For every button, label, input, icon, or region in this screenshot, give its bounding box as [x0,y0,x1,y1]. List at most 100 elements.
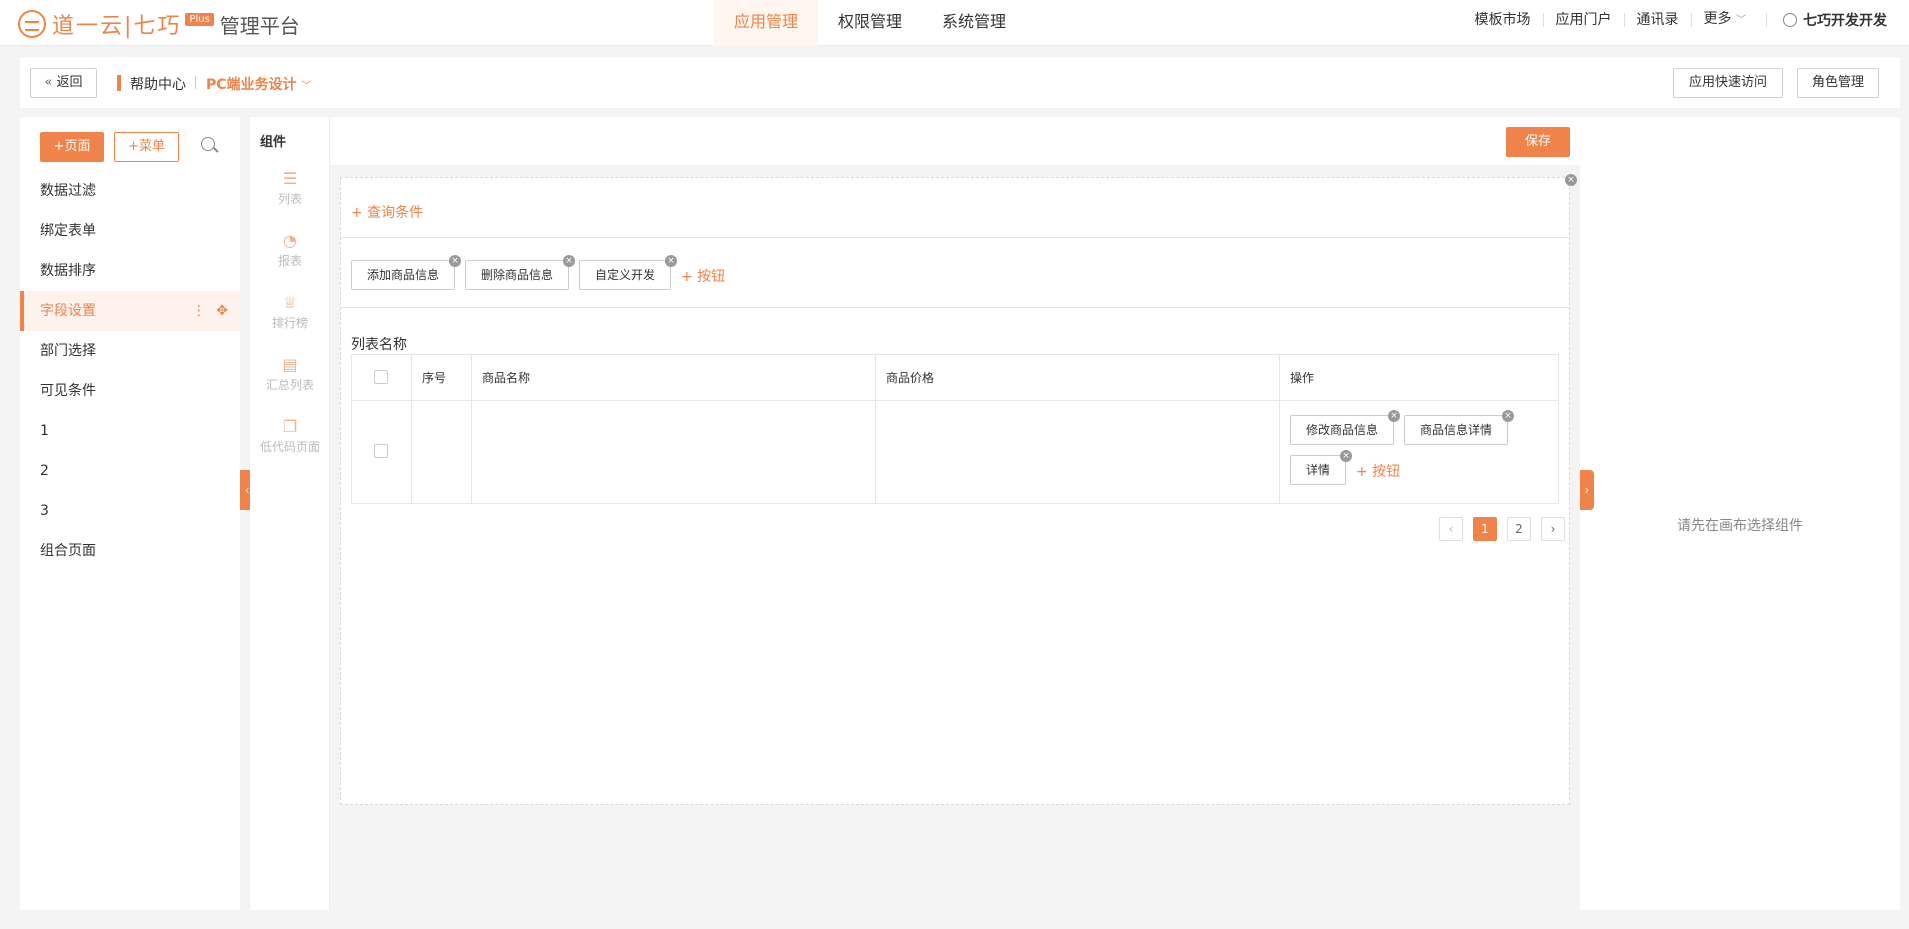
pagination-page-2[interactable]: 2 [1507,517,1531,541]
collapse-properties-toggle[interactable]: › [1580,470,1594,510]
sidebar-item-combined-page[interactable]: 组合页面 [20,531,240,571]
double-chevron-left-icon: « [44,75,53,90]
sidebar-item-label: 部门选择 [40,343,96,359]
sidebar-item-data-filter[interactable]: 数据过滤 [20,171,240,211]
properties-panel: 请先在画布选择组件 [1580,117,1900,910]
table-cell-index [412,401,472,503]
nav-system-manage[interactable]: 系统管理 [922,0,1026,46]
add-page-button[interactable]: +页面 [40,132,104,162]
palette-item-label: 报表 [277,254,302,268]
list-component[interactable]: × + 查询条件 添加商品信息 × 删除商品信息 × 自定义开发 × + 按钮 … [340,174,1577,805]
sidebar-item-field-settings[interactable]: 字段设置 ⋮ ✥ [20,291,240,331]
breadcrumb-bar: « 返回 帮助中心 PC端业务设计 ﹀ 应用快速访问 角色管理 [20,57,1900,108]
sidebar-item-2[interactable]: 2 [20,451,240,491]
select-all-checkbox[interactable] [374,370,388,384]
chevron-left-icon: ‹ [1448,522,1454,536]
pagination-page-1[interactable]: 1 [1473,517,1497,541]
remove-button-icon[interactable]: × [1340,450,1352,462]
brand-logo[interactable]: 道一云|七巧 Plus 管理平台 [18,8,300,40]
quick-access-button[interactable]: 应用快速访问 [1673,68,1783,98]
row-checkbox[interactable] [374,444,388,458]
sidebar-item-1[interactable]: 1 [20,411,240,451]
pages-icon: ❐ [282,417,298,436]
list-icon: ☰ [282,169,298,188]
toolbar-buttons-area: 添加商品信息 × 删除商品信息 × 自定义开发 × + 按钮 [341,238,1569,308]
plus-badge: Plus [185,12,214,26]
chevron-right-icon: › [1550,522,1556,536]
link-app-portal[interactable]: 应用门户 [1544,13,1625,27]
chevron-right-icon: › [1584,483,1590,497]
pagination-prev[interactable]: ‹ [1439,517,1463,541]
page-list: 数据过滤 绑定表单 数据排序 字段设置 ⋮ ✥ 部门选择 可见条件 1 2 3 … [20,171,240,571]
table-header-product-price: 商品价格 [876,355,1280,401]
search-icon[interactable] [201,137,215,151]
palette-item-list[interactable]: ☰ 列表 [250,169,330,207]
link-template-market[interactable]: 模板市场 [1463,13,1544,27]
table-cell-actions: 修改商品信息 × 商品信息详情 × 详情 × + 按钮 [1280,401,1558,503]
summary-list-icon: ▤ [282,355,298,374]
drag-move-icon[interactable]: ✥ [216,303,228,319]
list-title[interactable]: 列表名称 [351,334,407,354]
trophy-icon: ♕ [282,293,298,312]
logo-text: 道一云|七巧 [52,14,182,39]
table-cell-product-price [876,401,1280,503]
sidebar-item-label: 可见条件 [40,383,96,399]
sidebar-item-visible-condition[interactable]: 可见条件 [20,371,240,411]
sidebar-item-label: 数据排序 [40,263,96,279]
remove-button-icon[interactable]: × [1388,410,1400,422]
pagination-next[interactable]: › [1541,517,1565,541]
logo-icon [18,10,46,38]
toolbar-button-custom-dev[interactable]: 自定义开发 [579,260,671,290]
sidebar-item-data-sort[interactable]: 数据排序 [20,251,240,291]
table-cell-select [352,401,412,503]
palette-item-label: 排行榜 [271,316,308,330]
sidebar-item-label: 1 [40,423,49,439]
back-button[interactable]: « 返回 [30,68,97,98]
remove-button-icon[interactable]: × [1502,410,1514,422]
remove-button-icon[interactable]: × [665,255,677,267]
table-header-index: 序号 [412,355,472,401]
add-query-condition-link[interactable]: + 查询条件 [351,202,423,222]
sidebar-item-3[interactable]: 3 [20,491,240,531]
pie-chart-icon: ◔ [283,231,297,250]
chevron-down-icon: ﹀ [1736,15,1746,26]
more-vertical-icon[interactable]: ⋮ [192,303,206,319]
link-contacts[interactable]: 通讯录 [1625,13,1692,27]
platform-title: 管理平台 [219,13,300,38]
main-nav: 应用管理 权限管理 系统管理 [714,0,1026,46]
row-action-edit-product[interactable]: 修改商品信息 [1290,415,1394,445]
toolbar-button-delete-product[interactable]: 删除商品信息 [465,260,569,290]
row-action-detail[interactable]: 详情 [1290,455,1346,485]
chevron-left-icon: ‹ [244,483,250,497]
nav-app-manage[interactable]: 应用管理 [714,0,819,46]
top-navbar: 道一云|七巧 Plus 管理平台 应用管理 权限管理 系统管理 模板市场 应用门… [0,0,1909,46]
sidebar-item-bind-form[interactable]: 绑定表单 [20,211,240,251]
design-mode-dropdown[interactable]: PC端业务设计 ﹀ [206,74,311,94]
sidebar-item-dept-select[interactable]: 部门选择 [20,331,240,371]
sidebar-item-label: 字段设置 [40,303,96,319]
palette-item-ranking[interactable]: ♕ 排行榜 [250,293,330,331]
add-menu-button[interactable]: +菜单 [114,132,179,162]
breadcrumb-help-center[interactable]: 帮助中心 [130,74,186,94]
remove-button-icon[interactable]: × [563,255,575,267]
palette-item-lowcode-page[interactable]: ❐ 低代码页面 [250,417,330,455]
palette-item-summary-list[interactable]: ▤ 汇总列表 [250,355,330,393]
save-button[interactable]: 保存 [1506,127,1570,157]
item-tools: ⋮ ✥ [192,291,228,331]
sidebar-item-label: 3 [40,503,49,519]
empty-selection-hint: 请先在画布选择组件 [1677,518,1803,534]
user-name: 七巧开发开发 [1803,13,1887,29]
table-header-select [352,355,412,401]
user-avatar-icon [1783,13,1797,27]
back-label: 返回 [56,75,83,90]
link-more[interactable]: 更多 ﹀ [1692,12,1758,28]
add-row-action-link[interactable]: + 按钮 [1356,461,1400,481]
toolbar-button-add-product[interactable]: 添加商品信息 [351,260,455,290]
row-action-product-detail[interactable]: 商品信息详情 [1404,415,1508,445]
role-manage-button[interactable]: 角色管理 [1797,68,1879,98]
add-toolbar-button-link[interactable]: + 按钮 [681,266,725,286]
palette-item-report[interactable]: ◔ 报表 [250,231,330,269]
user-menu[interactable]: 七巧开发开发 [1783,10,1887,30]
nav-permission-manage[interactable]: 权限管理 [818,0,922,46]
remove-button-icon[interactable]: × [449,255,461,267]
